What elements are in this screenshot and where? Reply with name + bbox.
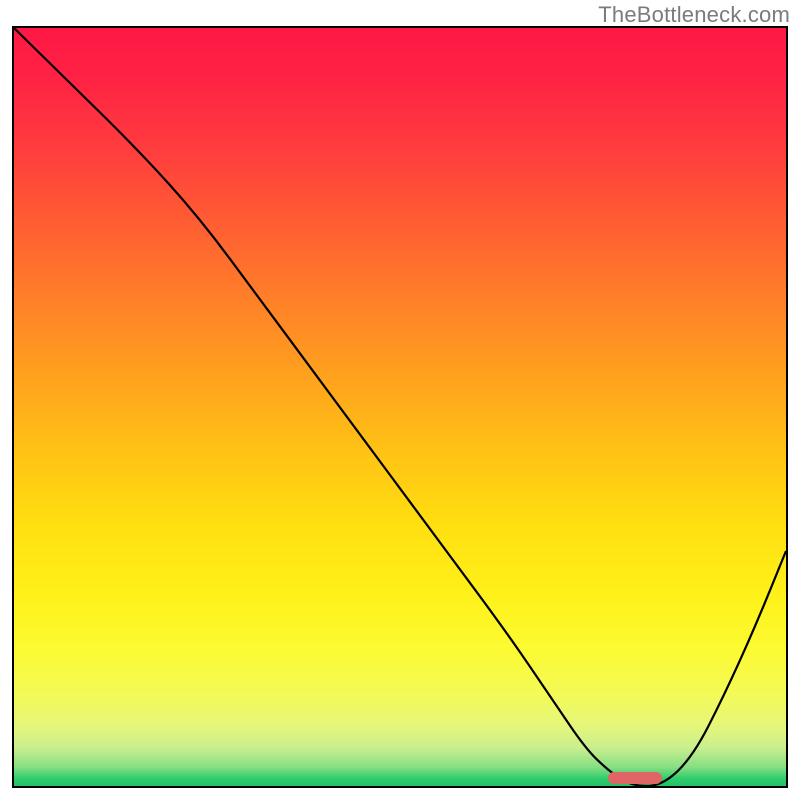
watermark-text: TheBottleneck.com — [598, 2, 790, 28]
optimal-range-marker — [608, 772, 662, 784]
chart-stage: TheBottleneck.com — [0, 0, 800, 800]
chart-frame — [12, 26, 788, 788]
bottleneck-curve — [14, 28, 786, 786]
